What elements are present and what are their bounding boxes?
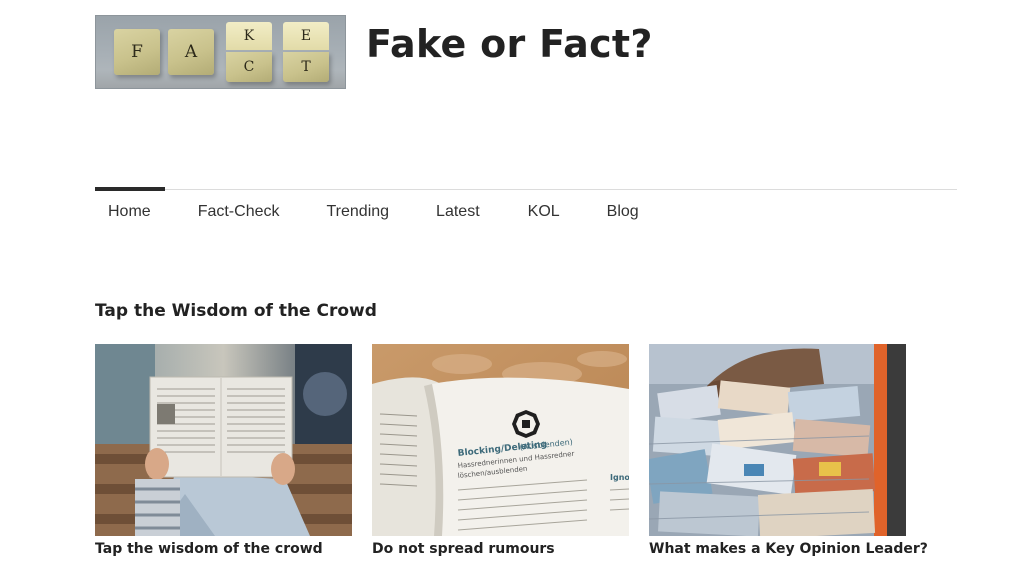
- nav-item-latest[interactable]: Latest: [436, 203, 480, 221]
- logo-letter: C: [243, 59, 255, 75]
- logo-letter: T: [301, 59, 311, 75]
- nav-active-indicator: [95, 187, 165, 191]
- section-title: Tap the Wisdom of the Crowd: [95, 301, 377, 321]
- logo-cube-a: A: [168, 29, 214, 75]
- article-card[interactable]: Tap the wisdom of the crowd: [95, 344, 352, 557]
- logo-letter: E: [300, 28, 312, 44]
- article-title[interactable]: Do not spread rumours: [372, 541, 629, 557]
- nav-item-kol[interactable]: KOL: [528, 203, 560, 221]
- nav-item-blog[interactable]: Blog: [607, 203, 639, 221]
- logo-cube-t: T: [283, 52, 329, 82]
- article-card[interactable]: What makes a Key Opinion Leader?: [649, 344, 928, 557]
- article-title[interactable]: What makes a Key Opinion Leader?: [649, 541, 928, 557]
- logo-cube-c: C: [226, 52, 272, 82]
- article-thumbnail-newspaper-stacks[interactable]: [649, 344, 906, 536]
- article-title[interactable]: Tap the wisdom of the crowd: [95, 541, 352, 557]
- logo-letter: F: [131, 42, 143, 62]
- logo-letter: K: [243, 28, 255, 44]
- main-nav: Home Fact-Check Trending Latest KOL Blog: [95, 203, 639, 221]
- article-thumbnail-newspaper-reader[interactable]: [95, 344, 352, 536]
- article-thumbnail-open-book[interactable]: Blocking/Deleting (Ausblenden) Hassredne…: [372, 344, 629, 536]
- nav-divider: [95, 189, 957, 190]
- nav-item-trending[interactable]: Trending: [326, 203, 389, 221]
- logo-cube-k: K: [226, 22, 272, 50]
- logo-cube-e: E: [283, 22, 329, 50]
- logo-cube-f: F: [114, 29, 160, 75]
- site-title[interactable]: Fake or Fact?: [366, 22, 653, 66]
- nav-item-fact-check[interactable]: Fact-Check: [198, 203, 280, 221]
- nav-item-home[interactable]: Home: [108, 203, 151, 221]
- site-logo[interactable]: F A K C E T: [95, 15, 346, 89]
- book-side-text: Igno: [610, 473, 629, 482]
- logo-letter: A: [184, 42, 198, 62]
- article-card[interactable]: Blocking/Deleting (Ausblenden) Hassredne…: [372, 344, 629, 557]
